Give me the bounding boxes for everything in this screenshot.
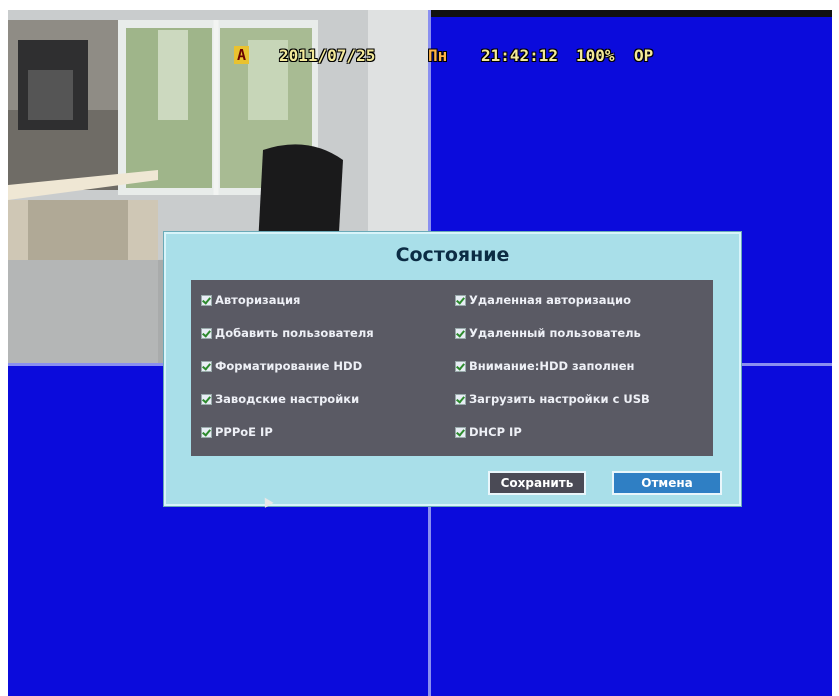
checkbox-checked-icon[interactable]	[201, 393, 212, 405]
option-authorization[interactable]: Авторизация	[201, 293, 300, 307]
osd-weekday: Пн	[428, 46, 448, 65]
option-factory-settings[interactable]: Заводские настройки	[201, 392, 359, 406]
options-panel: Авторизация Удаленная авторизацио Добави…	[191, 280, 713, 456]
option-label: PPPoE IP	[215, 425, 273, 439]
checkbox-checked-icon[interactable]	[455, 426, 466, 438]
checkbox-checked-icon[interactable]	[455, 360, 466, 372]
option-remote-authorization[interactable]: Удаленная авторизацио	[455, 293, 631, 307]
osd-hdd-usage: 100%	[576, 46, 615, 65]
option-add-user[interactable]: Добавить пользователя	[201, 326, 374, 340]
option-label: Авторизация	[215, 293, 301, 307]
osd-mode: OP	[634, 46, 654, 65]
osd-time: 21:42:12	[481, 46, 559, 65]
option-label: Загрузить настройки с USB	[469, 392, 650, 406]
checkbox-checked-icon[interactable]	[201, 360, 212, 372]
cancel-button[interactable]: Отмена	[612, 471, 722, 495]
option-dhcp-ip[interactable]: DHCP IP	[455, 425, 522, 439]
osd-channel-flag: A	[234, 46, 250, 64]
option-label: Добавить пользователя	[215, 326, 374, 340]
option-pppoe-ip[interactable]: PPPoE IP	[201, 425, 273, 439]
status-dialog: Состояние Авторизация Удаленная авториза…	[164, 232, 741, 506]
checkbox-checked-icon[interactable]	[455, 393, 466, 405]
save-button[interactable]: Сохранить	[488, 471, 586, 495]
option-label: Форматирование HDD	[215, 359, 363, 373]
option-load-usb-settings[interactable]: Загрузить настройки с USB	[455, 392, 650, 406]
option-label: Внимание:HDD заполнен	[469, 359, 635, 373]
checkbox-checked-icon[interactable]	[455, 327, 466, 339]
option-label: DHCP IP	[469, 425, 522, 439]
option-remote-user[interactable]: Удаленный пользователь	[455, 326, 641, 340]
option-label: Удаленный пользователь	[469, 326, 641, 340]
osd-date: 2011/07/25	[279, 46, 376, 65]
checkbox-checked-icon[interactable]	[455, 294, 466, 306]
checkbox-checked-icon[interactable]	[201, 426, 212, 438]
option-format-hdd[interactable]: Форматирование HDD	[201, 359, 362, 373]
checkbox-checked-icon[interactable]	[201, 294, 212, 306]
option-label: Удаленная авторизацио	[469, 293, 631, 307]
checkbox-checked-icon[interactable]	[201, 327, 212, 339]
option-label: Заводские настройки	[215, 392, 360, 406]
option-hdd-full-warning[interactable]: Внимание:HDD заполнен	[455, 359, 634, 373]
dialog-title: Состояние	[395, 244, 510, 266]
